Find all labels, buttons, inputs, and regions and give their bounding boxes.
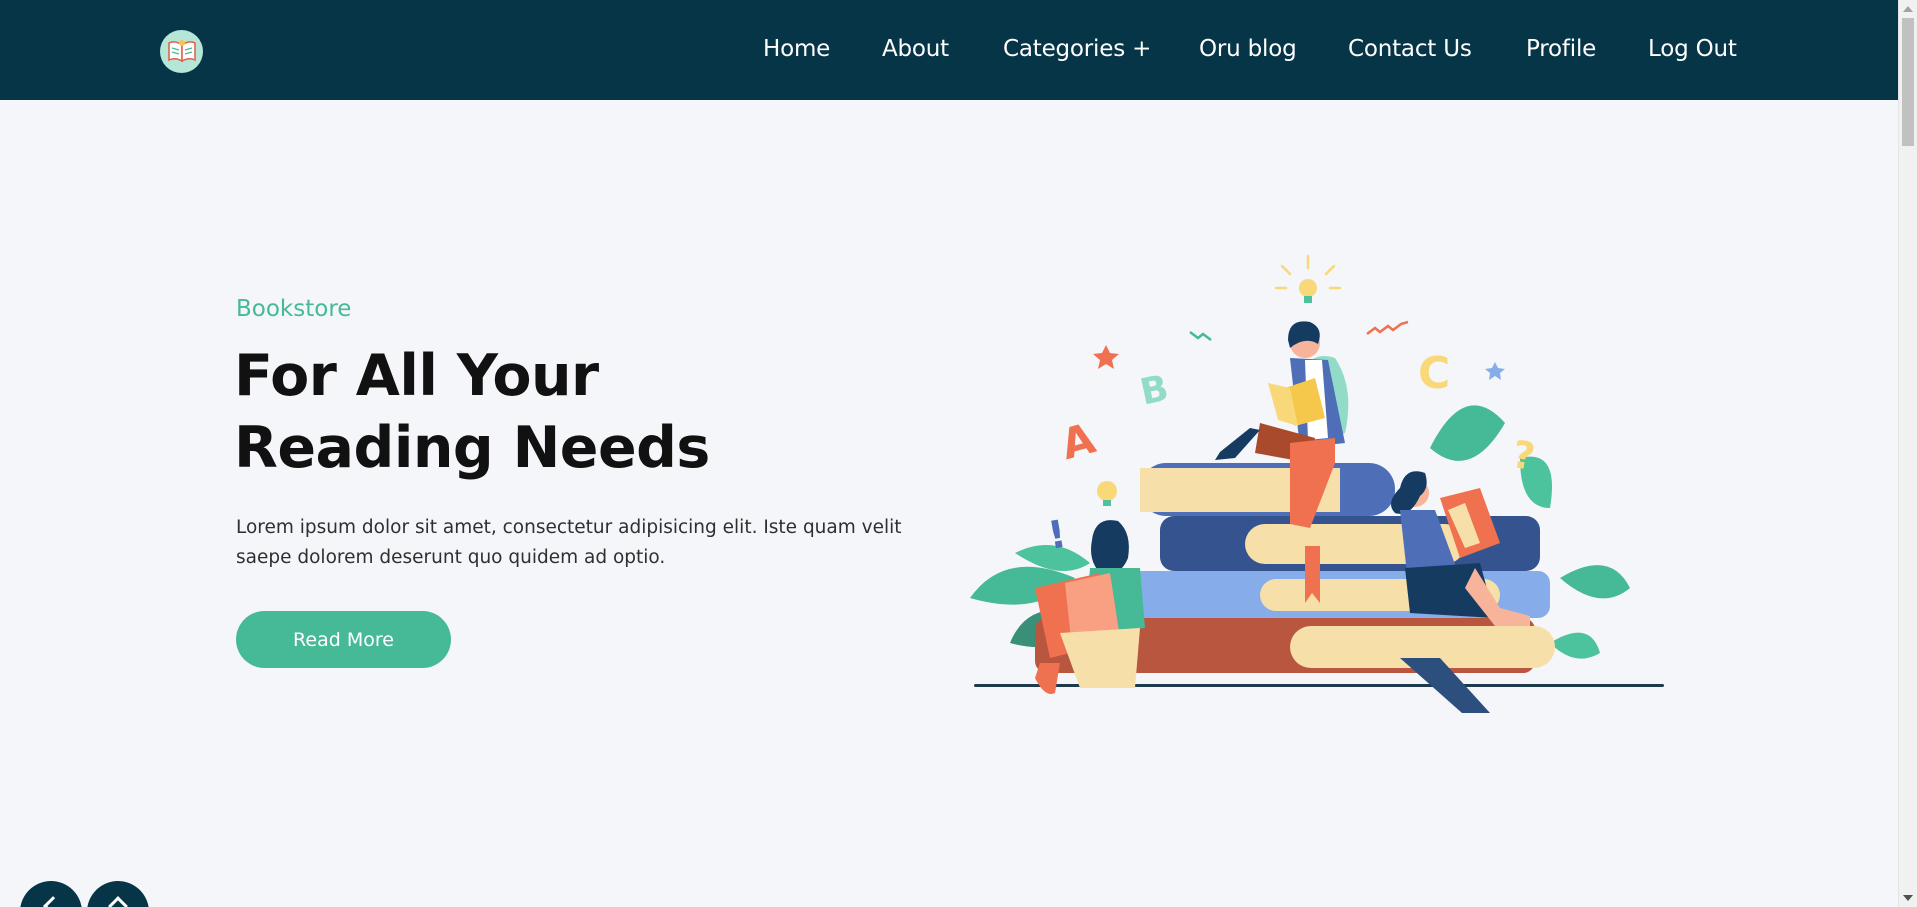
open-book-icon: [168, 40, 196, 63]
scroll-top-button[interactable]: [87, 881, 149, 907]
hero-description: Lorem ipsum dolor sit amet, consectetur …: [236, 517, 902, 568]
read-more-button[interactable]: Read More: [236, 611, 451, 668]
chevron-left-icon: [43, 896, 63, 907]
top-navbar: Home About Categories + Oru blog Contact…: [0, 0, 1898, 100]
letter-b-decoration: B: [1137, 368, 1172, 414]
nav-home-link[interactable]: Home: [763, 36, 830, 62]
people-reading-on-books-illustration: A B C ! ?: [970, 254, 1664, 713]
nav-logout-link[interactable]: Log Out: [1648, 36, 1737, 62]
nav-contact-link[interactable]: Contact Us: [1348, 36, 1472, 62]
hero-eyebrow: Bookstore: [236, 296, 352, 322]
site-logo[interactable]: [160, 30, 203, 73]
lightbulb-icon: [1299, 279, 1317, 297]
letter-a-decoration: A: [1056, 413, 1101, 469]
chevron-up-icon: [108, 896, 128, 907]
nav-profile-link[interactable]: Profile: [1526, 36, 1596, 62]
star-decoration: [1093, 345, 1119, 369]
letter-c-decoration: C: [1418, 348, 1450, 399]
nav-blog-link[interactable]: Oru blog: [1199, 36, 1297, 62]
hero-headline-line1: For All Your: [234, 343, 599, 409]
scroll-up-arrow-icon[interactable]: [1903, 6, 1913, 12]
hero-headline-line2: Reading Needs: [234, 415, 710, 481]
scroll-down-arrow-icon[interactable]: [1903, 895, 1913, 901]
page-scrollbar[interactable]: [1898, 0, 1917, 907]
nav-about-link[interactable]: About: [882, 36, 949, 62]
scrollbar-thumb[interactable]: [1902, 18, 1914, 146]
small-star-decoration: [1485, 362, 1505, 380]
prev-arrow-button[interactable]: [20, 881, 82, 907]
hero-headline: For All Your Reading Needs: [234, 340, 794, 484]
lightbulb-small-icon: [1097, 481, 1117, 501]
nav-categories-link[interactable]: Categories +: [1003, 36, 1151, 62]
